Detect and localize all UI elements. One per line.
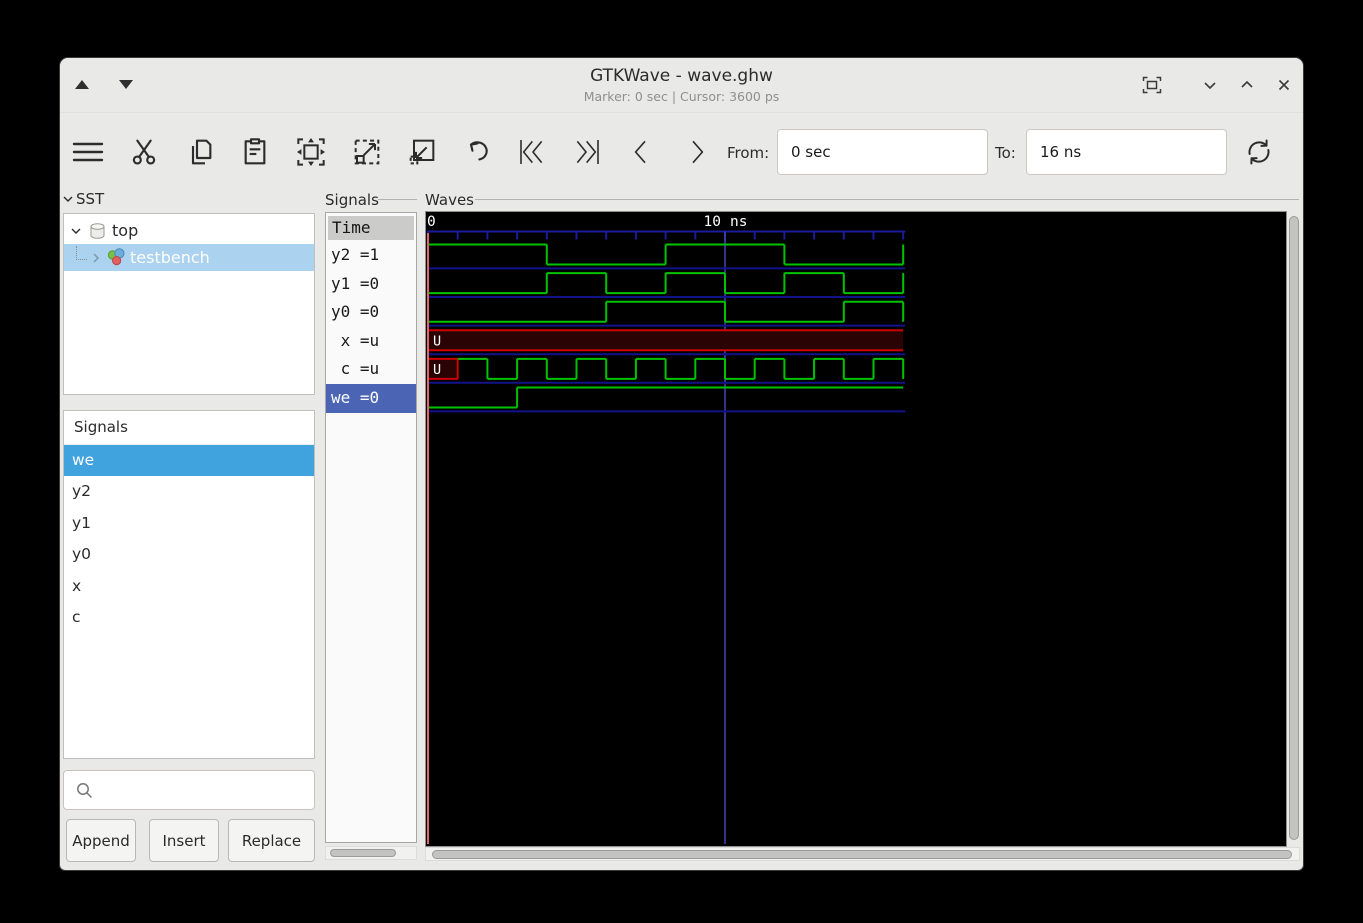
names-hscrollbar-thumb[interactable] (330, 849, 396, 857)
zoom-out-button[interactable] (406, 136, 438, 168)
copy-icon (185, 136, 217, 168)
desktop: { "window": { "title": "GTKWave - wave.g… (0, 0, 1363, 923)
gtkwave-window: GTKWave - wave.ghw Marker: 0 sec | Curso… (60, 58, 1303, 870)
wave-label-y2[interactable]: y2 =1 (326, 241, 416, 270)
zoom-fit-icon (295, 136, 327, 168)
go-last-button[interactable] (572, 136, 604, 168)
marker-cursor-status: Marker: 0 sec | Cursor: 3600 ps (60, 89, 1303, 104)
signal-list-item-c[interactable]: c (64, 602, 314, 633)
minimize-button[interactable] (1200, 75, 1224, 99)
spheres-group-icon (107, 248, 126, 267)
wave-label-y0[interactable]: y0 =0 (326, 298, 416, 327)
sst-tree: top testbench (63, 213, 315, 395)
module-cylinder-icon (89, 222, 106, 240)
paste-icon (239, 136, 271, 168)
copy-button[interactable] (185, 136, 217, 168)
tree-item-testbench[interactable]: testbench (64, 244, 314, 271)
expander-right-icon[interactable] (91, 252, 101, 264)
tree-item-label: testbench (130, 248, 210, 267)
go-first-button[interactable] (515, 136, 547, 168)
sst-header-label: SST (76, 190, 104, 208)
wave-trace-y1 (428, 273, 903, 293)
go-next-button[interactable] (681, 136, 713, 168)
signal-names-panel: Time y2 =1 y1 =0 y0 =0 x =u c =u we =0 (325, 212, 417, 843)
timescale-label: 10 (704, 214, 721, 230)
unknown-value-label: U (433, 333, 441, 349)
go-previous-icon (625, 136, 657, 168)
waves-hscrollbar-track[interactable] (425, 847, 1300, 861)
timescale-label: 0 (427, 214, 436, 230)
waves-vscrollbar-thumb[interactable] (1289, 216, 1299, 840)
tree-branch-line (76, 246, 87, 260)
zoom-in-button[interactable] (351, 136, 383, 168)
wave-trace-y0 (428, 302, 903, 322)
wave-label-c[interactable]: c =u (326, 355, 416, 384)
waveform-canvas[interactable]: 0 10 ns UU (426, 212, 1286, 846)
titlebar[interactable]: GTKWave - wave.ghw Marker: 0 sec | Curso… (60, 58, 1303, 113)
signal-search-field[interactable] (63, 770, 315, 810)
signal-list-item-we[interactable]: we (64, 445, 314, 476)
wave-trace-y2 (428, 245, 903, 265)
signals-frame-label: Signals (325, 191, 379, 209)
reload-button[interactable] (1243, 136, 1275, 168)
go-next-icon (681, 136, 713, 168)
menu-icon (71, 138, 105, 166)
expander-down-icon[interactable] (70, 226, 82, 236)
cut-button[interactable] (128, 136, 160, 168)
append-button[interactable]: Append (66, 819, 136, 862)
paste-button[interactable] (239, 136, 271, 168)
zoom-out-icon (406, 136, 438, 168)
signal-list-header: Signals (64, 411, 314, 445)
fullscreen-button[interactable] (1140, 73, 1164, 97)
waves-frame-label: Waves (425, 191, 474, 209)
from-label: From: (727, 144, 769, 162)
go-first-icon (515, 136, 547, 168)
replace-button[interactable]: Replace (228, 819, 315, 862)
toolbar: From: To: (60, 113, 1303, 190)
fullscreen-icon (1140, 73, 1164, 97)
wave-label-x[interactable]: x =u (326, 327, 416, 356)
sst-expander-icon[interactable] (62, 194, 74, 204)
time-column-header[interactable]: Time (328, 216, 414, 240)
timescale-unit: ns (730, 214, 747, 230)
signal-list: Signals we y2 y1 y0 x c (63, 410, 315, 759)
signal-list-item-y2[interactable]: y2 (64, 476, 314, 507)
undo-button[interactable] (461, 136, 493, 168)
wave-label-y1[interactable]: y1 =0 (326, 270, 416, 299)
window-title: GTKWave - wave.ghw (60, 66, 1303, 86)
wave-trace-c (458, 359, 904, 379)
chevron-down-icon (1200, 75, 1220, 95)
waves-frame-line (475, 199, 1299, 200)
reload-icon (1243, 136, 1275, 168)
close-icon (1274, 75, 1294, 95)
wave-display[interactable]: 0 10 ns UU (425, 211, 1287, 847)
zoom-in-icon (351, 136, 383, 168)
search-input[interactable] (100, 775, 309, 807)
maximize-button[interactable] (1237, 75, 1261, 99)
insert-button[interactable]: Insert (149, 819, 219, 862)
undo-icon (461, 136, 493, 168)
go-last-icon (572, 136, 604, 168)
signal-list-item-y0[interactable]: y0 (64, 539, 314, 570)
from-input[interactable] (777, 129, 988, 175)
signal-list-item-y1[interactable]: y1 (64, 508, 314, 539)
names-hscrollbar-track[interactable] (325, 846, 417, 860)
signal-list-item-x[interactable]: x (64, 571, 314, 602)
waves-hscrollbar-thumb[interactable] (432, 850, 1292, 859)
to-input[interactable] (1026, 129, 1227, 175)
wave-label-we[interactable]: we =0 (326, 384, 416, 413)
to-label: To: (995, 144, 1016, 162)
go-previous-button[interactable] (625, 136, 657, 168)
signals-frame-line (378, 199, 417, 200)
tree-item-label: top (112, 221, 138, 240)
zoom-fit-button[interactable] (295, 136, 327, 168)
chevron-up-icon (1237, 75, 1257, 95)
unknown-value-label: U (433, 362, 441, 378)
menu-button[interactable] (71, 138, 103, 170)
close-button[interactable] (1274, 75, 1298, 99)
wave-trace-we (428, 388, 903, 408)
search-icon (75, 781, 94, 800)
cut-icon (128, 136, 160, 168)
tree-item-top[interactable]: top (64, 217, 314, 244)
